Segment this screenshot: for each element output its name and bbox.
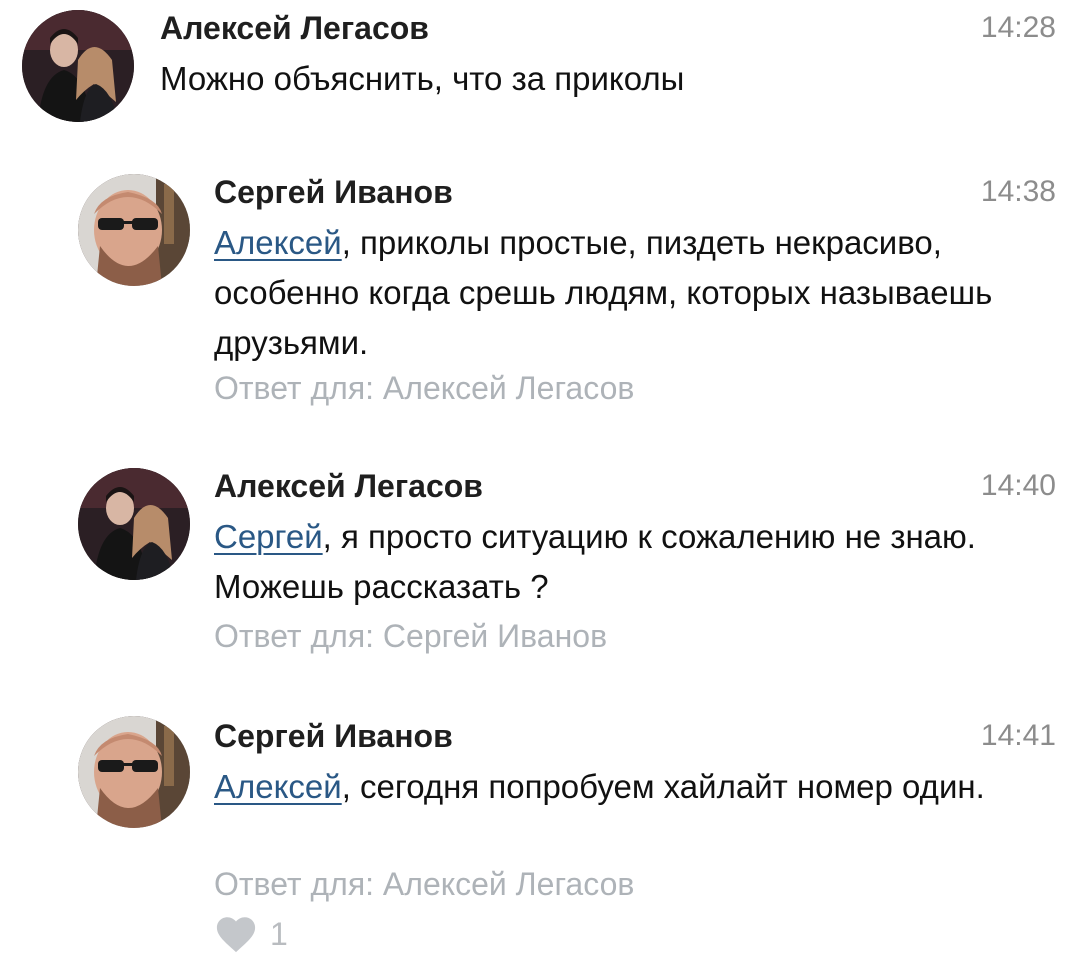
- couple-photo-icon: [78, 468, 190, 580]
- comment-text: Алексей, приколы простые, пиздеть некрас…: [214, 218, 1034, 368]
- comment-author[interactable]: Сергей Иванов: [214, 716, 453, 756]
- avatar[interactable]: [78, 716, 190, 828]
- comment-time: 14:28: [980, 11, 1056, 44]
- comment-author[interactable]: Алексей Легасов: [214, 466, 483, 506]
- comment-text: Сергей, я просто ситуацию к сожалению не…: [214, 512, 1034, 612]
- comment-text: Можно объяснить, что за приколы: [160, 54, 1040, 104]
- mention-link[interactable]: Сергей: [214, 518, 323, 555]
- comment-text-body: , я просто ситуацию к сожалению не знаю.…: [214, 518, 976, 605]
- comment-time: 14:40: [980, 469, 1056, 502]
- reply-to-label[interactable]: Ответ для: Сергей Иванов: [214, 616, 607, 656]
- mention-link[interactable]: Алексей: [214, 224, 342, 261]
- comment-author[interactable]: Алексей Легасов: [160, 8, 429, 48]
- comment-text-body: , сегодня попробуем хайлайт номер один.: [341, 768, 985, 805]
- man-sunglasses-icon: [78, 174, 190, 286]
- comment-reply-item: Сергей Иванов 14:41 Алексей, сегодня поп…: [0, 706, 1080, 971]
- reply-to-label[interactable]: Ответ для: Алексей Легасов: [214, 368, 634, 408]
- comment-author[interactable]: Сергей Иванов: [214, 172, 453, 212]
- like-button[interactable]: 1: [214, 914, 288, 954]
- comment-time: 14:41: [980, 719, 1056, 752]
- man-sunglasses-icon: [78, 716, 190, 828]
- like-count: 1: [270, 915, 288, 952]
- avatar[interactable]: [78, 468, 190, 580]
- mention-link[interactable]: Алексей: [214, 768, 342, 805]
- comment-reply-item: Сергей Иванов 14:38 Алексей, приколы про…: [0, 160, 1080, 420]
- comment-time: 14:38: [980, 175, 1056, 208]
- comment-reply-item: Алексей Легасов 14:40 Сергей, я просто с…: [0, 456, 1080, 676]
- comment-text-body: Можно объяснить, что за приколы: [160, 60, 685, 97]
- comment-text: Алексей, сегодня попробуем хайлайт номер…: [214, 762, 1034, 812]
- couple-photo-icon: [22, 10, 134, 122]
- comment-item: Алексей Легасов 14:28 Можно объяснить, ч…: [0, 0, 1080, 140]
- heart-icon: [216, 917, 256, 953]
- reply-to-label[interactable]: Ответ для: Алексей Легасов: [214, 864, 634, 904]
- avatar[interactable]: [22, 10, 134, 122]
- avatar[interactable]: [78, 174, 190, 286]
